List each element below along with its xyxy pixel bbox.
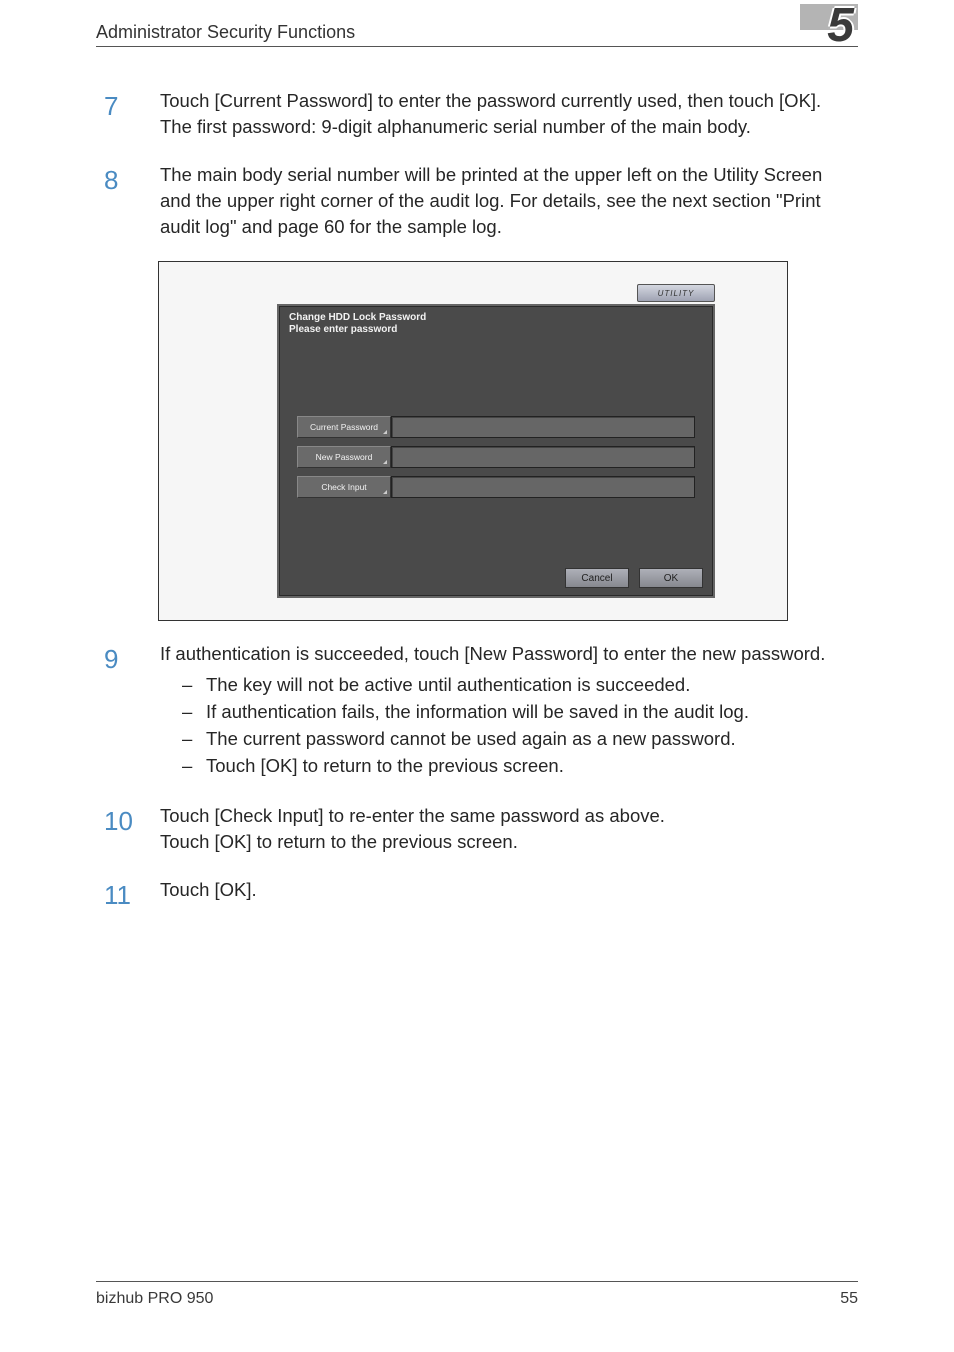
header-underline bbox=[96, 46, 858, 47]
step-text: The main body serial number will be prin… bbox=[160, 162, 858, 240]
step-text: If authentication is succeeded, touch [N… bbox=[160, 641, 858, 667]
screen-panel: Change HDD Lock Password Please enter pa… bbox=[277, 304, 715, 598]
step-text: Touch [Check Input] to re-enter the same… bbox=[160, 803, 858, 829]
step-number: 8 bbox=[96, 162, 160, 240]
list-item: Touch [OK] to return to the previous scr… bbox=[182, 754, 858, 779]
chapter-badge: 5 bbox=[788, 0, 858, 50]
bullet-list: The key will not be active until authent… bbox=[160, 673, 858, 779]
check-input-input[interactable] bbox=[391, 476, 695, 498]
step-10: 10 Touch [Check Input] to re-enter the s… bbox=[96, 803, 858, 855]
step-11: 11 Touch [OK]. bbox=[96, 877, 858, 913]
current-password-input[interactable] bbox=[391, 416, 695, 438]
step-text: The first password: 9-digit alphanumeric… bbox=[160, 114, 858, 140]
cancel-button[interactable]: Cancel bbox=[565, 568, 629, 588]
field-row-current: Current Password bbox=[297, 416, 695, 438]
field-row-check: Check Input bbox=[297, 476, 695, 498]
ok-button[interactable]: OK bbox=[639, 568, 703, 588]
screen-subtitle: Please enter password bbox=[289, 324, 703, 336]
step-text: Touch [OK]. bbox=[160, 877, 858, 903]
list-item: The key will not be active until authent… bbox=[182, 673, 858, 698]
embedded-screenshot: UTILITY Change HDD Lock Password Please … bbox=[158, 261, 788, 621]
list-item: If authentication fails, the information… bbox=[182, 700, 858, 725]
step-number: 9 bbox=[96, 641, 160, 781]
running-header: Administrator Security Functions bbox=[96, 22, 355, 43]
step-number: 11 bbox=[96, 877, 160, 913]
footer-product: bizhub PRO 950 bbox=[96, 1290, 213, 1308]
step-text: Touch [Current Password] to enter the pa… bbox=[160, 88, 858, 114]
current-password-button[interactable]: Current Password bbox=[297, 416, 391, 438]
step-8: 8 The main body serial number will be pr… bbox=[96, 162, 858, 240]
screen-title: Change HDD Lock Password bbox=[289, 312, 703, 324]
footer-page-number: 55 bbox=[840, 1290, 858, 1308]
step-7: 7 Touch [Current Password] to enter the … bbox=[96, 88, 858, 140]
list-item: The current password cannot be used agai… bbox=[182, 727, 858, 752]
field-row-new: New Password bbox=[297, 446, 695, 468]
step-9: 9 If authentication is succeeded, touch … bbox=[96, 641, 858, 781]
step-number: 10 bbox=[96, 803, 160, 855]
new-password-input[interactable] bbox=[391, 446, 695, 468]
check-input-button[interactable]: Check Input bbox=[297, 476, 391, 498]
step-number: 7 bbox=[96, 88, 160, 140]
new-password-button[interactable]: New Password bbox=[297, 446, 391, 468]
step-text: Touch [OK] to return to the previous scr… bbox=[160, 829, 858, 855]
utility-chip[interactable]: UTILITY bbox=[637, 284, 715, 302]
